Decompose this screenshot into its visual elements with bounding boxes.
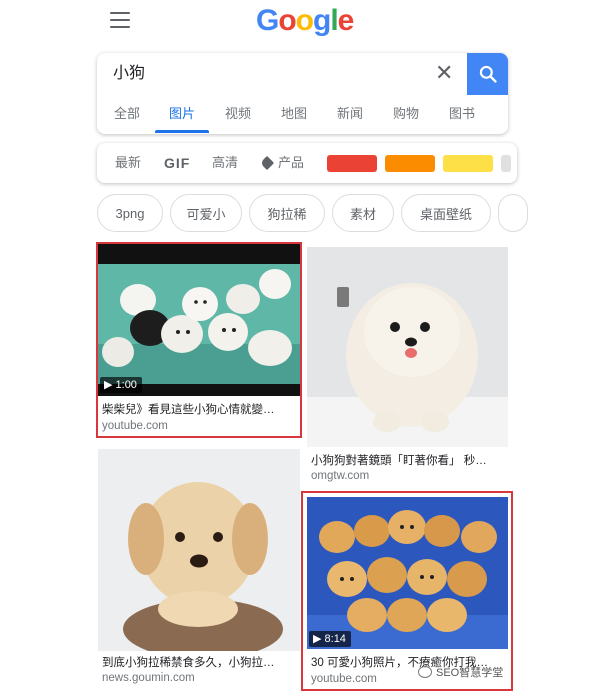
color-swatch-red[interactable] <box>327 155 377 172</box>
logo-letter: o <box>295 4 314 37</box>
active-tab-indicator <box>155 130 209 133</box>
tag-icon <box>259 155 275 171</box>
search-input[interactable]: 小狗 <box>113 63 145 85</box>
wechat-icon <box>418 666 432 678</box>
watermark-text: SEO智慧学堂 <box>436 667 504 679</box>
filter-hd[interactable]: 高清 <box>212 155 238 171</box>
highlight-box <box>96 242 302 438</box>
logo-letter: G <box>256 4 279 37</box>
filter-bar: 最新 GIF 高清 产品 <box>97 143 517 183</box>
result-caption: 小狗狗對著鏡頭「盯著你看」 秒… <box>311 455 487 467</box>
chip-cute[interactable]: 可爱小 <box>170 194 242 232</box>
filter-product[interactable]: 产品 <box>259 155 305 171</box>
filter-product-label: 产品 <box>278 155 305 170</box>
logo-letter: o <box>278 4 296 37</box>
filter-gif[interactable]: GIF <box>164 155 190 171</box>
color-swatch-yellow[interactable] <box>443 155 493 172</box>
menu-icon[interactable] <box>110 12 130 28</box>
result-thumbnail <box>307 247 508 447</box>
image-result[interactable]: 小狗狗對著鏡頭「盯著你看」 秒… omgtw.com <box>307 247 508 483</box>
tab-images[interactable]: 图片 <box>169 106 195 122</box>
tab-books[interactable]: 图书 <box>449 106 475 122</box>
image-result[interactable]: 到底小狗拉稀禁食多久，小狗拉… news.goumin.com <box>98 449 300 689</box>
tab-maps[interactable]: 地图 <box>281 106 307 122</box>
highlight-box <box>301 491 513 691</box>
filter-newest[interactable]: 最新 <box>115 155 141 171</box>
chip-more[interactable] <box>498 194 528 232</box>
tab-videos[interactable]: 视频 <box>225 106 251 122</box>
color-swatch-orange[interactable] <box>385 155 435 172</box>
logo-letter: l <box>330 4 338 37</box>
google-logo[interactable]: Google <box>256 2 355 40</box>
chip-material[interactable]: 素材 <box>332 194 394 232</box>
color-swatch-more[interactable] <box>501 155 511 172</box>
search-tabs: 全部 图片 视频 地图 新闻 购物 图书 <box>97 97 508 133</box>
result-source: omgtw.com <box>311 470 370 482</box>
tab-shopping[interactable]: 购物 <box>393 106 419 122</box>
tab-news[interactable]: 新闻 <box>337 106 363 122</box>
chip-3png[interactable]: 3png <box>97 194 163 232</box>
watermark: SEO智慧学堂 <box>418 664 503 680</box>
close-icon[interactable]: ✕ <box>435 59 453 87</box>
logo-letter: e <box>337 4 355 37</box>
search-icon <box>479 65 497 83</box>
labrador-image <box>98 449 300 651</box>
pomeranian-image <box>307 247 508 447</box>
chip-diarrhea[interactable]: 狗拉稀 <box>249 194 325 232</box>
result-thumbnail <box>98 449 300 651</box>
result-caption: 到底小狗拉稀禁食多久，小狗拉… <box>102 657 275 669</box>
tab-all[interactable]: 全部 <box>114 106 140 122</box>
result-source: news.goumin.com <box>102 672 195 684</box>
logo-letter: g <box>313 4 331 37</box>
search-button[interactable] <box>467 53 508 95</box>
search-card: 小狗 ✕ 全部 图片 视频 地图 新闻 购物 图书 <box>97 53 508 134</box>
chip-wallpaper[interactable]: 桌面壁纸 <box>401 194 491 232</box>
